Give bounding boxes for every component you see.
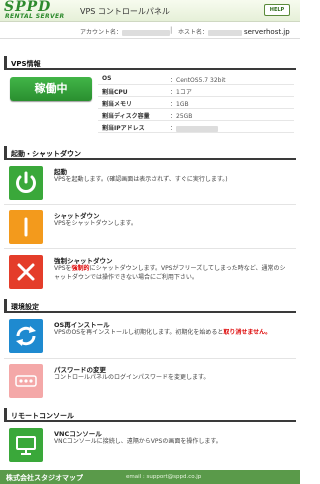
info-row: 割当CPU ：1コア <box>98 85 294 97</box>
action-description: VPSをシャットダウンします。 <box>54 220 137 227</box>
action-description: VPSを強制的にシャットダウンします。VPSがフリーズしてしまった時など、通常の… <box>54 264 290 282</box>
action-description: VPSを起動します。(確認画面は表示されず、すぐに実行します。) <box>54 176 228 183</box>
action-shutdown: シャットダウン VPSをシャットダウンします。 <box>4 205 296 249</box>
action-force-shutdown: 強制シャットダウン VPSを強制的にシャットダウンします。VPSがフリーズしてし… <box>4 250 296 294</box>
power-icon[interactable] <box>9 166 43 200</box>
info-label: OS <box>102 75 112 82</box>
action-description: コントロールパネルのログインパスワードを変更します。 <box>54 374 210 381</box>
logo-subtext: RENTAL SERVER <box>5 13 65 20</box>
info-value: ：25GB <box>170 113 193 120</box>
ip-value-redacted <box>176 125 219 132</box>
force-shutdown-icon[interactable] <box>9 255 43 289</box>
desc-text: VPSのOSを再インストールし初期化します。初期化を始めると <box>54 329 224 336</box>
shutdown-icon[interactable] <box>9 210 43 244</box>
status-badge: 稼働中 <box>10 77 92 101</box>
host-label: ホスト名： <box>178 29 209 36</box>
info-row: 割当ディスク容量 ：25GB <box>98 109 294 121</box>
account-name: アカウント名： <box>80 27 171 36</box>
desc-warning: 取り消せません。 <box>223 329 272 336</box>
info-row: 割当IPアドレス ： <box>98 121 294 133</box>
action-start: 起動 VPSを起動します。(確認画面は表示されず、すぐに実行します。) <box>4 161 296 205</box>
reinstall-icon[interactable] <box>9 319 43 353</box>
action-password-change: パスワードの変更 コントロールパネルのログインパスワードを変更します。 <box>4 359 296 403</box>
footer-email[interactable]: email : support@sppd.co.jp <box>126 474 201 480</box>
info-row: 割当メモリ ：1GB <box>98 97 294 109</box>
help-button[interactable]: HELP <box>264 4 290 16</box>
section-title-remote-console: リモートコンソール <box>4 408 296 422</box>
host-value: serverhost.jp <box>243 28 290 36</box>
desc-warning: 強制的 <box>71 265 90 272</box>
info-value: ：1GB <box>170 101 189 108</box>
action-description: VNCコンソールに接続し、遠隔からVPSの画面を操作します。 <box>54 438 222 445</box>
vnc-console-icon[interactable] <box>9 428 43 462</box>
host-value-redacted <box>208 29 243 36</box>
top-bar: SPPD RENTAL SERVER VPS コントロールパネル HELP <box>0 0 300 22</box>
account-bar: アカウント名： | ホスト名： serverhost.jp <box>0 23 300 39</box>
app-title: VPS コントロールパネル <box>80 7 170 16</box>
section-title-environment: 環境設定 <box>4 299 296 313</box>
action-description: VPSのOSを再インストールし初期化します。初期化を始めると取り消せません。 <box>54 328 290 337</box>
info-value: ：1コア <box>170 89 192 96</box>
action-vnc-console: VNCコンソール VNCコンソールに接続し、遠隔からVPSの画面を操作します。 <box>4 423 296 467</box>
info-label: 割当IPアドレス <box>102 125 145 132</box>
desc-text: にシャットダウンします。VPSがフリーズしてしまった時など、通常のシャットダウン… <box>54 265 286 281</box>
footer-company: 株式会社スタジオマップ <box>6 474 83 482</box>
account-label: アカウント名： <box>80 29 123 36</box>
section-title-vps-info: VPS情報 <box>4 56 296 70</box>
info-value: ：CentOS5.7 32bit <box>170 77 226 84</box>
info-label: 割当CPU <box>102 89 128 96</box>
info-row: OS ：CentOS5.7 32bit <box>98 73 294 85</box>
section-title-startup: 起動・シャットダウン <box>4 146 296 160</box>
footer: 株式会社スタジオマップ email : support@sppd.co.jp <box>0 470 300 484</box>
vps-info-table: OS ：CentOS5.7 32bit 割当CPU ：1コア 割当メモリ ：1GB 割… <box>98 73 294 133</box>
info-label: 割当ディスク容量 <box>102 113 150 120</box>
account-value-redacted <box>122 29 171 36</box>
info-label: 割当メモリ <box>102 101 133 108</box>
info-value: ： <box>170 123 219 132</box>
account-separator: | <box>170 26 173 34</box>
host-name: ホスト名： serverhost.jp <box>178 27 290 36</box>
divider <box>4 248 296 249</box>
desc-text: VPSを <box>54 265 72 272</box>
logo[interactable]: SPPD RENTAL SERVER <box>4 0 70 21</box>
action-os-reinstall: OS再インストール VPSのOSを再インストールし初期化します。初期化を始めると… <box>4 314 296 358</box>
password-icon[interactable] <box>9 364 43 398</box>
